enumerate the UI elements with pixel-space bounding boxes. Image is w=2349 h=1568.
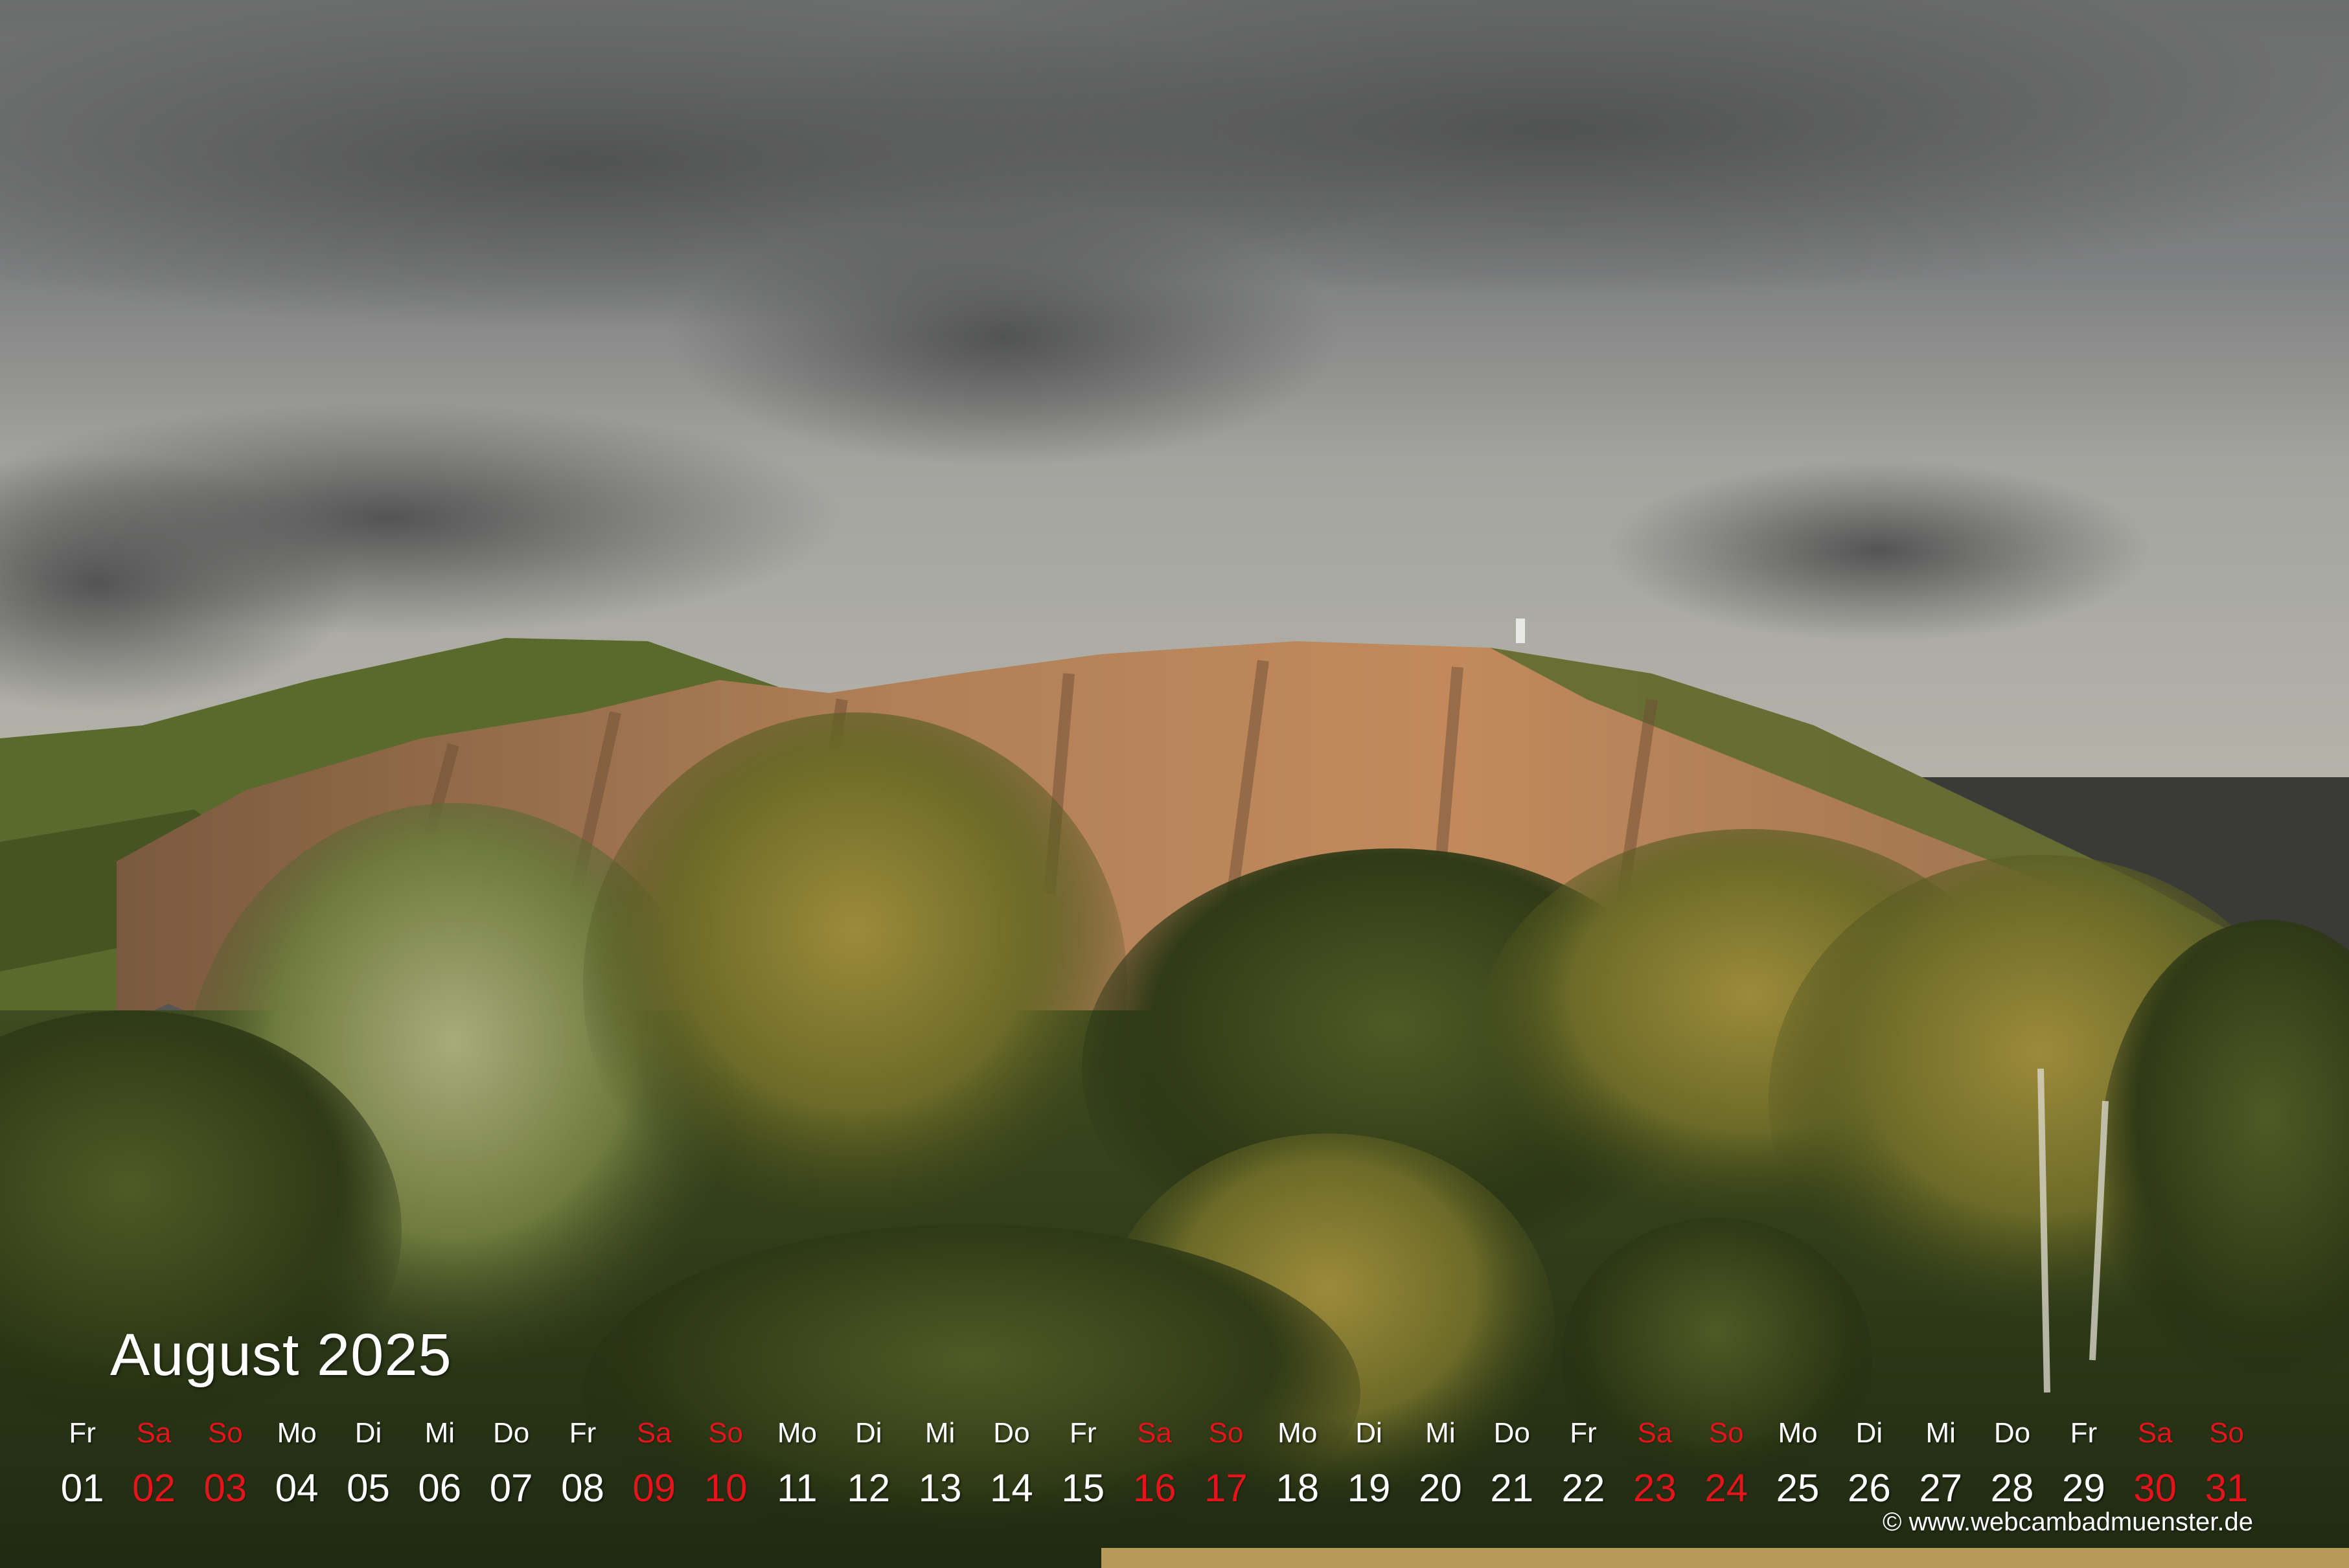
calendar-day: So 17 (1190, 1415, 1261, 1525)
calendar-day: Mi 20 (1404, 1415, 1476, 1525)
day-number: 17 (1204, 1466, 1248, 1510)
day-number: 11 (777, 1466, 818, 1510)
day-number: 18 (1276, 1466, 1320, 1510)
day-number: 05 (347, 1466, 390, 1510)
day-number: 02 (132, 1466, 176, 1510)
weekday-label: Do (1493, 1417, 1530, 1449)
day-number: 24 (1704, 1466, 1748, 1510)
weekday-label: Do (993, 1417, 1030, 1449)
weekday-label: Sa (636, 1417, 672, 1449)
day-number: 21 (1490, 1466, 1534, 1510)
calendar-day: Sa 02 (118, 1415, 189, 1525)
calendar-day: Mo 18 (1262, 1415, 1333, 1525)
calendar-title: August 2025 (110, 1322, 452, 1388)
day-number: 09 (632, 1466, 676, 1510)
weekday-label: Fr (2070, 1417, 2098, 1449)
day-number: 13 (918, 1466, 962, 1510)
day-number: 20 (1419, 1466, 1462, 1510)
day-number: 16 (1132, 1466, 1176, 1510)
weekday-label: Mi (1925, 1417, 1956, 1449)
calendar-day: Fr 22 (1548, 1415, 1619, 1525)
calendar-day: Di 05 (332, 1415, 404, 1525)
calendar-day: So 10 (690, 1415, 761, 1525)
weekday-label: So (207, 1417, 243, 1449)
weekday-label: Fr (1069, 1417, 1097, 1449)
calendar-day: Do 14 (976, 1415, 1047, 1525)
day-number: 25 (1776, 1466, 1820, 1510)
weekday-label: Fr (69, 1417, 96, 1449)
weekday-label: Mo (777, 1417, 817, 1449)
weekday-label: Sa (1637, 1417, 1673, 1449)
day-number: 08 (561, 1466, 604, 1510)
calendar-day: Sa 23 (1619, 1415, 1690, 1525)
weekday-label: Sa (136, 1417, 172, 1449)
weekday-label: Do (1993, 1417, 2031, 1449)
day-number: 07 (489, 1466, 533, 1510)
weekday-label: Fr (1570, 1417, 1597, 1449)
weekday-label: Mo (1278, 1417, 1318, 1449)
calendar-day: Sa 09 (619, 1415, 690, 1525)
weekday-label: Sa (1137, 1417, 1172, 1449)
weekday-label: Di (1855, 1417, 1883, 1449)
weekday-label: Sa (2137, 1417, 2173, 1449)
calendar-day: Do 21 (1476, 1415, 1548, 1525)
calendar-day: So 24 (1691, 1415, 1762, 1525)
calendar-day: Fr 01 (47, 1415, 118, 1525)
weekday-label: So (1708, 1417, 1744, 1449)
day-number: 12 (847, 1466, 891, 1510)
calendar-day: Fr 08 (547, 1415, 618, 1525)
calendar-day: Do 07 (476, 1415, 547, 1525)
weekday-label: So (708, 1417, 744, 1449)
weekday-label: Do (493, 1417, 530, 1449)
calendar-day: Di 19 (1333, 1415, 1404, 1525)
calendar-day: Mo 04 (261, 1415, 332, 1525)
weekday-label: Mi (1425, 1417, 1456, 1449)
calendar-day: Mo 11 (761, 1415, 832, 1525)
calendar-day: Mi 06 (404, 1415, 476, 1525)
weekday-label: Di (354, 1417, 382, 1449)
weekday-label: Mi (924, 1417, 956, 1449)
day-number: 14 (990, 1466, 1033, 1510)
day-number: 01 (60, 1466, 104, 1510)
day-number: 10 (704, 1466, 748, 1510)
weekday-label: So (1208, 1417, 1244, 1449)
calendar-day: Sa 16 (1119, 1415, 1190, 1525)
day-number: 06 (418, 1466, 462, 1510)
calendar-day: Mo 25 (1762, 1415, 1833, 1525)
weekday-label: Mo (1778, 1417, 1818, 1449)
calendar-day: Mi 13 (904, 1415, 976, 1525)
copyright-credit: © www.webcambadmuenster.de (1883, 1508, 2253, 1536)
weekday-label: So (2209, 1417, 2244, 1449)
weekday-label: Mi (424, 1417, 455, 1449)
calendar-day: Di 12 (833, 1415, 904, 1525)
weekday-label: Di (854, 1417, 882, 1449)
day-number: 15 (1061, 1466, 1105, 1510)
day-number: 22 (1561, 1466, 1605, 1510)
weekday-label: Mo (277, 1417, 317, 1449)
day-number: 04 (275, 1466, 319, 1510)
weekday-label: Fr (569, 1417, 597, 1449)
calendar-day: So 03 (190, 1415, 261, 1525)
weekday-label: Di (1355, 1417, 1382, 1449)
day-number: 03 (203, 1466, 247, 1510)
calendar-day: Fr 15 (1048, 1415, 1119, 1525)
day-number: 23 (1633, 1466, 1677, 1510)
day-number: 19 (1347, 1466, 1391, 1510)
